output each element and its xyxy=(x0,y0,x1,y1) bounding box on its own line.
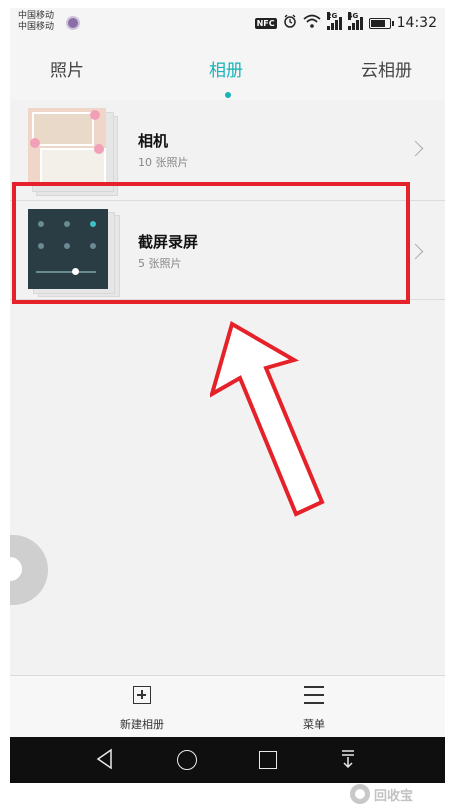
floating-ball-center xyxy=(10,557,22,581)
camera-thumbnail-image xyxy=(28,108,106,186)
menu-button[interactable]: 菜单 xyxy=(254,676,374,738)
active-tab-indicator xyxy=(225,92,231,98)
battery-fill xyxy=(370,19,386,27)
menu-icon-wrap xyxy=(303,686,325,706)
menu-icon xyxy=(304,686,324,704)
thumb-photo-b xyxy=(40,148,106,186)
highlight-box xyxy=(12,182,410,304)
album-thumbnail xyxy=(28,108,118,196)
thumb-photo-a xyxy=(32,112,94,146)
nfc-icon: NFC xyxy=(254,17,277,29)
flower-decoration xyxy=(90,110,100,120)
carrier-1: 中国移动 xyxy=(18,11,55,21)
flower-decoration xyxy=(94,144,104,154)
pointer-arrow xyxy=(210,320,325,517)
carrier-info: 中国移动 中国移动 xyxy=(18,11,54,33)
recent-apps-button[interactable] xyxy=(254,746,282,774)
notification-icon xyxy=(342,750,354,769)
status-time: 14:32 xyxy=(396,15,437,31)
menu-label: 菜单 xyxy=(303,718,325,731)
floating-assist-ball[interactable] xyxy=(10,535,48,605)
status-icons: NFC 2G 4G 14:32 xyxy=(254,12,437,32)
notification-button[interactable] xyxy=(335,746,363,774)
new-album-button[interactable]: 新建相册 xyxy=(82,676,202,738)
home-icon xyxy=(177,750,197,770)
tab-bar: 照片 相册 云相册 xyxy=(10,38,445,101)
album-count: 10 张照片 xyxy=(138,156,189,169)
tab-cloud-albums[interactable]: 云相册 xyxy=(361,56,412,81)
alarm-icon xyxy=(283,14,297,32)
net-2g-label: 2G xyxy=(326,12,338,20)
back-icon xyxy=(96,748,112,770)
carrier-2: 中国移动 xyxy=(18,22,55,32)
new-album-icon-wrap xyxy=(131,686,153,706)
navigation-bar xyxy=(10,737,445,783)
chevron-right-icon xyxy=(407,243,424,260)
home-button[interactable] xyxy=(173,746,201,774)
signal-4g-icon: 4G xyxy=(347,12,363,30)
back-button[interactable] xyxy=(92,746,120,774)
tab-albums[interactable]: 相册 xyxy=(209,56,243,81)
signal-2g-icon: 2G xyxy=(326,12,342,30)
app-notification-icon xyxy=(66,16,80,30)
album-name: 相机 xyxy=(138,132,169,150)
battery-icon xyxy=(368,17,394,29)
recent-apps-icon xyxy=(259,751,277,769)
watermark-logo-icon xyxy=(350,784,370,804)
net-4g-label: 4G xyxy=(347,12,359,20)
flower-decoration xyxy=(30,138,40,148)
new-album-icon xyxy=(133,686,151,704)
watermark-text: 回收宝 xyxy=(374,788,414,804)
wifi-icon xyxy=(303,14,321,32)
chevron-right-icon xyxy=(407,140,424,157)
new-album-label: 新建相册 xyxy=(120,718,164,731)
watermark: 回收宝 xyxy=(350,780,450,808)
tab-photos[interactable]: 照片 xyxy=(50,56,84,81)
bottom-toolbar: 新建相册 菜单 xyxy=(10,675,445,738)
status-bar: 中国移动 中国移动 NFC 2G 4G 14:32 xyxy=(10,8,445,38)
